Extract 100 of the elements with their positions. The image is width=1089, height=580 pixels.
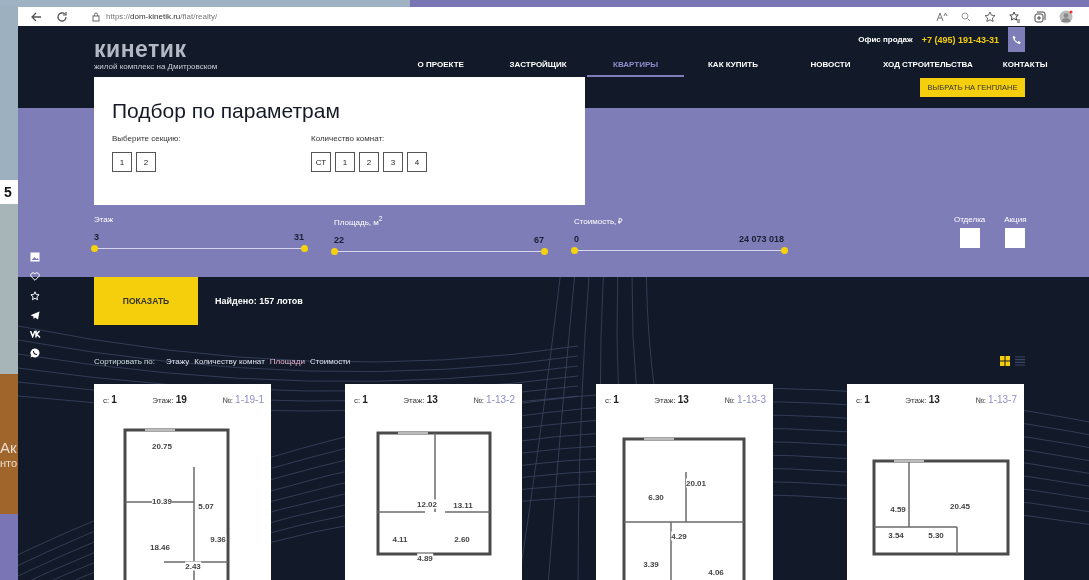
section-value: 1 xyxy=(362,394,368,405)
range-max-value: 67 xyxy=(534,234,544,245)
option-button[interactable]: 1 xyxy=(112,152,132,172)
phone-link[interactable]: +7 (495) 191-43-31 xyxy=(921,34,999,45)
collections-icon[interactable] xyxy=(1034,10,1046,23)
apartment-number-label: №: xyxy=(724,396,736,405)
floor-label: Этаж: xyxy=(403,396,425,405)
sort-link[interactable]: Количеству комнат xyxy=(194,356,265,366)
nav-link[interactable]: НОВОСТИ xyxy=(781,53,880,77)
range-min-value: 22 xyxy=(334,234,344,245)
room-area-label: 6.30 xyxy=(648,492,664,502)
slider-handle[interactable] xyxy=(570,247,578,254)
nav-link[interactable]: КОНТАКТЫ xyxy=(976,53,1074,77)
phone-icon xyxy=(1011,34,1022,45)
address-bar[interactable]: https://dom-kinetik.ru/flat/realty/ xyxy=(92,11,218,22)
apartment-number-value: 1-13-2 xyxy=(486,394,515,405)
lock-icon xyxy=(92,11,100,22)
option-button[interactable]: 4 xyxy=(407,152,427,172)
apartment-number-label: №: xyxy=(975,396,987,405)
zoom-icon[interactable] xyxy=(961,11,971,22)
room-area-label: 2.60 xyxy=(454,534,470,544)
option-button[interactable]: 2 xyxy=(136,152,156,172)
room-area-label: 20.75 xyxy=(152,441,172,451)
field-label: Количество комнат: xyxy=(311,134,386,143)
sort-link[interactable]: Стоимости xyxy=(309,356,351,366)
heart-icon[interactable] xyxy=(30,272,40,281)
checkbox[interactable] xyxy=(1005,228,1026,248)
section-label: с: xyxy=(103,396,110,405)
apartment-number-label: №: xyxy=(222,396,234,405)
logo-subtitle: жилой комплекс на Дмитровском xyxy=(94,62,219,71)
results-count: Найдено: 157 лотов xyxy=(215,296,303,306)
avatar-icon[interactable] xyxy=(1059,9,1073,24)
range-max-value: 31 xyxy=(294,232,304,242)
slider-handle[interactable] xyxy=(540,247,548,255)
apartment-card[interactable]: с: 1 Этаж: 13 №: 1-13-2 12.02 13.11 4.11 2.60 4.89 xyxy=(345,384,522,580)
filter-title: Подбор по параметрам xyxy=(112,99,341,123)
back-icon[interactable] xyxy=(30,11,42,22)
apartment-card[interactable]: с: 1 Этаж: 19 №: 1-19-1 20.75 10.39 5.07 9.36 18.46 2.43 xyxy=(94,384,271,580)
nav-link[interactable]: КАК КУПИТЬ xyxy=(684,53,782,77)
option-button[interactable]: 3 xyxy=(383,152,403,172)
room-area-label: 3.54 xyxy=(888,530,904,540)
checkbox[interactable] xyxy=(959,228,980,248)
section-label: с: xyxy=(605,396,612,405)
section-value: 1 xyxy=(864,394,870,405)
section-label: с: xyxy=(354,396,361,405)
phone-bubble-icon[interactable] xyxy=(30,348,40,358)
floor-label: Этаж: xyxy=(654,396,676,405)
apartment-number-value: 1-13-7 xyxy=(988,394,1017,405)
room-area-label: 5.07 xyxy=(198,501,214,511)
floor-value: 13 xyxy=(928,394,940,405)
range-label: Этаж xyxy=(94,215,115,224)
apartment-number-label: №: xyxy=(473,396,485,405)
url-text: https://dom-kinetik.ru/flat/realty/ xyxy=(106,12,218,21)
slider-handle[interactable] xyxy=(90,245,98,252)
room-area-label: 12.02 xyxy=(417,499,437,509)
show-button[interactable]: ПОКАЗАТЬ xyxy=(94,277,198,325)
nav-link[interactable]: ЗАСТРОЙЩИК xyxy=(489,53,587,77)
nav-link[interactable]: О ПРОЕКТЕ xyxy=(392,53,490,77)
apartment-card[interactable]: с: 1 Этаж: 13 №: 1-13-3 20.01 6.30 4.29 3.39 4.06 xyxy=(596,384,773,580)
floor-label: Этаж: xyxy=(152,396,174,405)
floor-value: 19 xyxy=(175,394,187,405)
room-area-label: 13.11 xyxy=(453,500,473,510)
list-view-icon[interactable] xyxy=(1015,356,1025,366)
star-icon[interactable] xyxy=(984,10,996,23)
window-text: нто xyxy=(0,457,18,469)
range-min-value: 3 xyxy=(94,232,99,242)
vk-icon[interactable] xyxy=(30,330,41,338)
floor-value: 13 xyxy=(677,394,689,405)
room-area-label: 20.45 xyxy=(950,501,970,511)
room-area-label: 20.01 xyxy=(686,478,706,488)
office-label: Офис продаж xyxy=(858,35,913,44)
badge-label: 5 xyxy=(0,180,18,204)
grid-view-icon[interactable] xyxy=(1000,356,1010,366)
paper-plane-icon[interactable] xyxy=(30,311,40,320)
section-value: 1 xyxy=(613,394,619,405)
option-button[interactable]: СТ xyxy=(311,152,331,172)
read-aloud-icon[interactable] xyxy=(936,11,948,22)
room-area-label: 5.30 xyxy=(928,530,944,540)
favorites-icon[interactable] xyxy=(1009,10,1021,23)
slider-handle[interactable] xyxy=(300,245,308,252)
apartment-card[interactable]: с: 1 Этаж: 13 №: 1-13-7 4.59 20.45 3.54 5.30 xyxy=(847,384,1024,580)
slider-handle[interactable] xyxy=(330,247,338,255)
window-text: Ак xyxy=(0,439,18,457)
logo-text[interactable]: кинетик xyxy=(94,38,294,60)
room-area-label: 4.06 xyxy=(708,567,724,577)
nav-link[interactable]: ХОД СТРОИТЕЛЬСТВА xyxy=(879,53,977,77)
field-label: Выберите секцию: xyxy=(112,134,182,143)
reload-icon[interactable] xyxy=(56,10,68,23)
room-area-label: 18.46 xyxy=(150,542,170,552)
apartment-number-value: 1-19-1 xyxy=(235,394,264,405)
option-button[interactable]: 2 xyxy=(359,152,379,172)
range-label: Площадь, м$^{2}$ xyxy=(334,215,384,227)
slider-handle[interactable] xyxy=(780,247,788,254)
apartment-number-value: 1-13-3 xyxy=(737,394,766,405)
sort-link[interactable]: Площади xyxy=(269,356,305,366)
room-area-label: 9.36 xyxy=(210,534,226,544)
sort-link[interactable]: Этажу xyxy=(166,356,190,366)
option-button[interactable]: 1 xyxy=(335,152,355,172)
checkbox-label: Акция xyxy=(1004,215,1027,224)
checkbox-label: Отделка xyxy=(954,215,986,224)
